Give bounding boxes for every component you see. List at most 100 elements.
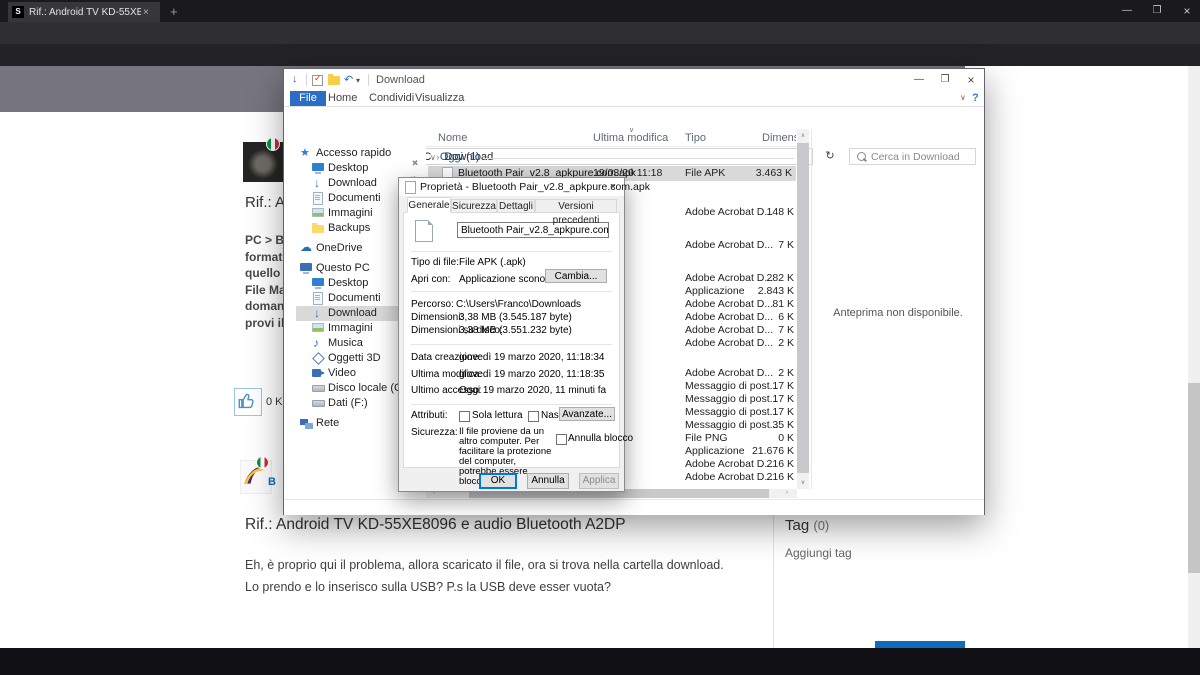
pc-icon — [300, 262, 313, 275]
cancel-button[interactable]: Annulla — [527, 473, 569, 489]
group-header-oggi[interactable]: ∨Oggi (1) — [430, 151, 480, 163]
column-dimensione[interactable]: Dimensione — [762, 132, 796, 144]
attributes-label: Attributi: — [411, 410, 448, 421]
row-size: 17 K — [730, 406, 794, 419]
apply-button[interactable]: Applica — [579, 473, 619, 489]
advanced-button[interactable]: Avanzate... — [559, 407, 615, 421]
ribbon-tab-visualizza[interactable]: Visualizza — [415, 91, 464, 106]
hidden-checkbox[interactable] — [528, 411, 539, 422]
row-size: 81 K — [730, 298, 794, 311]
row-size: 7 K — [730, 324, 794, 337]
dialog-tab-versioni-precedenti[interactable]: Versioni precedenti — [535, 199, 617, 213]
readonly-checkbox[interactable] — [459, 411, 470, 422]
sidebar-item-documenti[interactable]: Documenti — [328, 291, 381, 306]
dialog-tab-generale[interactable]: Generale — [407, 197, 451, 213]
help-icon[interactable]: ? — [972, 92, 979, 104]
qat-new-folder-icon[interactable] — [328, 76, 340, 85]
column-nome[interactable]: Nome — [438, 132, 467, 144]
row-size: 2 K — [730, 337, 794, 350]
sidebar-item-desktop[interactable]: Desktop — [328, 276, 368, 291]
post2-body: Eh, è proprio qui il problema, allora sc… — [245, 554, 725, 598]
security-label: Sicurezza: — [411, 427, 458, 438]
sidebar-item-oggetti-3d[interactable]: Oggetti 3D — [328, 351, 381, 366]
sidebar-item-download[interactable]: Download — [328, 306, 377, 321]
tab-close-icon[interactable]: × — [143, 7, 149, 18]
download-icon — [312, 307, 325, 320]
page-scrollbar-thumb[interactable] — [1188, 383, 1200, 573]
dialog-tab-dettagli[interactable]: Dettagli — [497, 199, 535, 213]
scroll-down-icon[interactable]: ∨ — [797, 479, 809, 486]
reply-button-partial[interactable] — [875, 641, 965, 648]
browser-restore-button[interactable]: ❐ — [1142, 0, 1172, 22]
sidebar-item-onedrive[interactable]: OneDrive — [316, 241, 362, 256]
ribbon-tab-home[interactable]: Home — [328, 91, 357, 106]
sidebar-item-backups[interactable]: Backups — [328, 221, 370, 236]
add-tag-link[interactable]: Aggiungi tag — [785, 546, 852, 560]
browser-close-button[interactable]: × — [1172, 0, 1200, 22]
divider — [411, 344, 612, 345]
tab-title: Rif.: Android TV KD-55XE8096 e — [29, 7, 141, 18]
download-icon — [312, 177, 325, 190]
ok-button[interactable]: OK — [479, 473, 517, 489]
dialog-titlebar: Proprietà - Bluetooth Pair_v2.8_apkpure.… — [399, 178, 624, 196]
divider — [411, 404, 612, 405]
drive-icon — [312, 382, 325, 395]
file-icon — [405, 181, 416, 194]
explorer-minimize-button[interactable]: — — [906, 69, 932, 91]
field-value: 3,38 MB (3.545.187 byte) — [459, 312, 572, 323]
divider — [411, 291, 612, 292]
unblock-checkbox[interactable] — [556, 434, 567, 445]
sidebar-item-disco-locale-c-[interactable]: Disco locale (C:) — [328, 381, 409, 396]
sidebar-item-immagini[interactable]: Immagini — [328, 206, 373, 221]
collapse-chevron-icon[interactable]: ∨ — [430, 153, 436, 162]
sidebar-item-accesso-rapido[interactable]: Accesso rapido — [316, 146, 391, 161]
explorer-close-button[interactable]: × — [958, 69, 984, 91]
sidebar-item-documenti[interactable]: Documenti — [328, 191, 381, 206]
star-icon — [300, 147, 313, 160]
ribbon-tab-file[interactable]: File — [290, 91, 326, 106]
post2-username-fragment[interactable]: B — [268, 476, 276, 488]
document-icon — [312, 292, 325, 305]
row-size: 17 K — [730, 393, 794, 406]
cube-icon — [312, 352, 325, 365]
post2-heading: Rif.: Android TV KD-55XE8096 e audio Blu… — [245, 516, 626, 534]
browser-minimize-button[interactable]: — — [1112, 0, 1142, 22]
drive-icon — [312, 397, 325, 410]
sidebar-item-questo-pc[interactable]: Questo PC — [316, 261, 370, 276]
dialog-close-button[interactable]: × — [605, 179, 621, 195]
sidebar-item-video[interactable]: Video — [328, 366, 356, 381]
divider — [368, 74, 369, 86]
post1-heading: Rif.: An — [245, 194, 283, 211]
tags-count: (0) — [813, 518, 829, 533]
sidebar-item-download[interactable]: Download — [328, 176, 377, 191]
apk-file-icon — [415, 220, 433, 242]
browser-tab[interactable]: S Rif.: Android TV KD-55XE8096 e × — [8, 2, 160, 22]
sidebar-item-desktop[interactable]: Desktop — [328, 161, 368, 176]
qat-customize-icon[interactable]: ▾ — [356, 76, 360, 85]
qat-undo-icon[interactable]: ↶ — [344, 73, 353, 86]
dialog-tab-sicurezza[interactable]: Sicurezza — [451, 199, 497, 213]
sidebar-item-immagini[interactable]: Immagini — [328, 321, 373, 336]
scroll-right-icon[interactable]: › — [781, 490, 793, 496]
sidebar-item-rete[interactable]: Rete — [316, 416, 339, 431]
vertical-scrollbar-thumb[interactable] — [797, 143, 809, 473]
properties-dialog: Proprietà - Bluetooth Pair_v2.8_apkpure.… — [398, 177, 625, 492]
explorer-search-box[interactable]: Cerca in Download — [849, 148, 976, 165]
new-tab-button[interactable]: + — [170, 4, 178, 19]
change-app-button[interactable]: Cambia... — [545, 269, 607, 283]
music-icon — [312, 337, 325, 350]
sidebar-item-dati-f-[interactable]: Dati (F:) — [328, 396, 368, 411]
explorer-maximize-button[interactable]: ❐ — [932, 69, 958, 91]
qat-properties-icon[interactable] — [312, 75, 323, 86]
refresh-button[interactable]: ↻ — [820, 148, 840, 165]
italy-flag-badge-2 — [256, 456, 269, 469]
document-icon — [312, 192, 325, 205]
ribbon-tab-condividi[interactable]: Condividi — [369, 91, 414, 106]
sony-favicon: S — [12, 6, 24, 18]
explorer-window-title: Download — [376, 74, 425, 86]
ribbon-expand-icon[interactable]: ∨ — [960, 93, 966, 102]
sidebar-item-musica[interactable]: Musica — [328, 336, 363, 351]
scroll-up-icon[interactable]: ∧ — [797, 132, 809, 139]
column-tipo[interactable]: Tipo — [685, 132, 706, 144]
kudos-button[interactable] — [234, 388, 262, 416]
